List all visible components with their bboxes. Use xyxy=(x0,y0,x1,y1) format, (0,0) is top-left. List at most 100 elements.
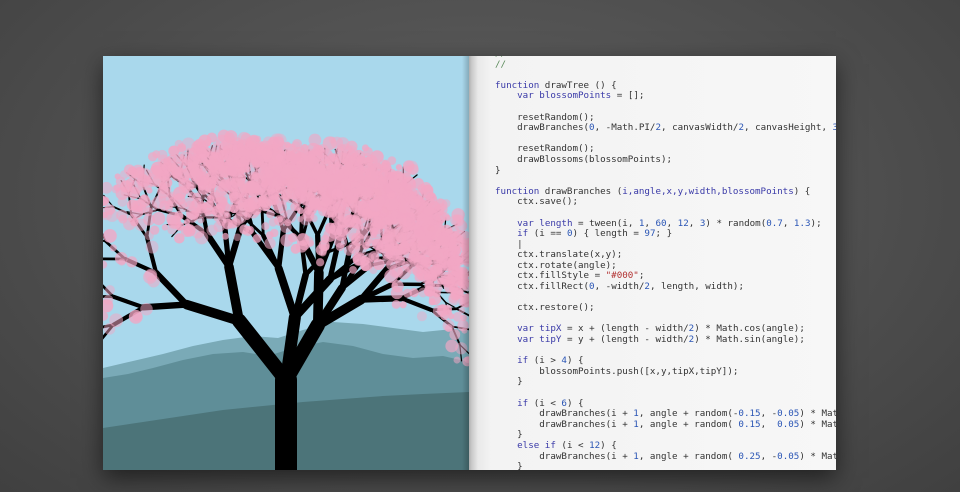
code-token: 0.05 xyxy=(777,418,800,430)
blossom xyxy=(431,245,442,255)
blossom xyxy=(453,356,461,364)
code-token: ctx.rotate(angle); xyxy=(495,259,617,271)
blossom xyxy=(280,233,294,247)
blossom xyxy=(448,295,459,306)
blossom xyxy=(315,244,328,256)
blossom xyxy=(138,195,151,208)
blossom xyxy=(399,301,407,309)
code-token: 97 xyxy=(644,228,656,240)
code-line: drawBranches(0, -Math.PI/2, canvasWidth/… xyxy=(495,122,836,134)
code-token: if xyxy=(517,228,529,240)
blossom xyxy=(402,160,415,172)
blossom xyxy=(421,235,432,246)
code-line: } xyxy=(495,461,836,470)
blossom xyxy=(103,311,109,321)
blossom xyxy=(113,184,122,192)
blossom xyxy=(445,339,459,353)
blossom xyxy=(189,200,203,214)
blossom xyxy=(307,149,322,164)
blossom xyxy=(386,218,394,226)
blossom xyxy=(133,169,143,179)
code-token: 1.3 xyxy=(793,217,811,229)
blossom xyxy=(261,149,273,160)
blossom xyxy=(103,323,116,335)
blossom xyxy=(384,244,393,253)
blossom xyxy=(103,229,117,243)
cherry-tree-illustration xyxy=(103,129,469,470)
blossom xyxy=(103,196,110,204)
code-line: // xyxy=(495,58,836,71)
blossom xyxy=(150,225,160,235)
code-token: if xyxy=(517,397,529,409)
code-token: drawBranches(i + xyxy=(495,418,634,430)
blossom xyxy=(146,187,153,194)
code-token: (i < xyxy=(555,439,590,451)
blossom xyxy=(151,165,163,176)
blossom xyxy=(416,311,427,322)
blossom xyxy=(265,231,274,239)
code-token: ctx.translate(x,y); xyxy=(495,249,623,261)
code-token: } xyxy=(495,376,523,388)
code-token: // xyxy=(495,58,507,70)
code-token: 12 xyxy=(677,217,689,229)
code-token: 0.25 xyxy=(738,450,761,462)
code-token: 60 xyxy=(655,217,667,229)
blossom xyxy=(221,232,229,240)
blossom xyxy=(174,233,185,244)
blossom xyxy=(389,179,401,191)
blossom xyxy=(264,237,276,250)
blossom xyxy=(436,257,447,268)
code-token: , angle + random( xyxy=(638,450,739,462)
blossom xyxy=(290,243,301,254)
blossom xyxy=(104,204,116,216)
code-line: blossomPoints.push([x,y,tipX,tipY]); xyxy=(495,365,836,378)
code-token: ) { xyxy=(566,355,584,367)
code-token: drawTree () { xyxy=(539,79,617,91)
blossom xyxy=(261,178,272,189)
code-token: , -width/ xyxy=(594,281,645,293)
code-line: var tipY = y + (length - width/2) * Math… xyxy=(495,334,836,346)
blossom xyxy=(166,211,181,226)
blossom xyxy=(159,200,170,211)
code-token: blossomPoints.push([x,y,tipX,tipY]); xyxy=(495,365,739,377)
code-token: ; xyxy=(638,270,645,282)
code-token: function xyxy=(495,185,540,197)
blossom xyxy=(231,218,241,228)
tree-branch xyxy=(111,294,146,310)
code-line: ctx.fillRect(0, -width/2, length, width)… xyxy=(495,281,836,293)
code-token: blossomPoints xyxy=(539,90,612,102)
code-token: ) * Math.sin(angle); xyxy=(694,334,805,346)
blossom xyxy=(213,221,225,233)
blossom xyxy=(423,205,434,216)
blossom xyxy=(297,215,304,223)
blossom xyxy=(366,190,374,198)
code-token: 12 xyxy=(589,439,601,451)
blossom xyxy=(266,209,275,219)
blossom xyxy=(273,193,280,200)
blossom xyxy=(310,214,318,223)
blossom xyxy=(118,258,126,266)
code-token: drawBlossoms(blossomPoints); xyxy=(495,153,673,165)
tree-branch xyxy=(274,264,299,322)
blossom xyxy=(443,250,451,259)
code-line: } xyxy=(495,165,836,177)
blossom xyxy=(391,299,401,309)
book-spread: // tree//function drawTree () { var blos… xyxy=(103,56,836,470)
blossom xyxy=(440,311,449,321)
blossom xyxy=(167,225,177,235)
code-token: ) * Math.P xyxy=(799,408,836,420)
tree-branch xyxy=(152,269,190,308)
code-token: 0.15 xyxy=(738,418,761,430)
code-token: = []; xyxy=(611,90,645,102)
blossom xyxy=(361,208,370,216)
code-token: ) * random( xyxy=(705,217,767,229)
blossom xyxy=(126,256,138,268)
code-token: drawBranches(i + xyxy=(495,408,634,420)
blossom xyxy=(271,151,282,163)
blossom xyxy=(143,213,155,226)
code-line: drawBlossoms(blossomPoints); xyxy=(495,153,836,166)
code-token: var xyxy=(517,90,534,102)
blossom xyxy=(279,210,288,219)
